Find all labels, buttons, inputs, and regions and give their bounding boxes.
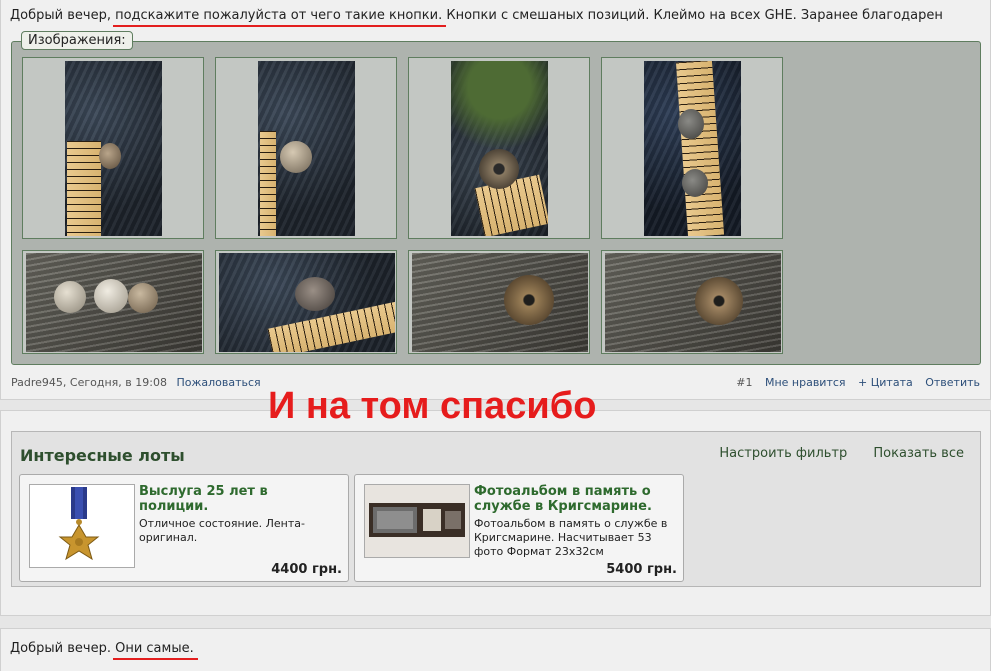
cross-medal-icon <box>58 487 100 561</box>
post-1-actions: #1 Мне нравится + Цитата Ответить <box>727 376 980 389</box>
post-1-meta: Padre945, Сегодня, в 19:08 Пожаловаться <box>11 376 261 389</box>
attachment-thumb-2[interactable] <box>215 57 397 239</box>
attachment-thumb-8[interactable] <box>601 250 783 354</box>
overlay-annotation: И на том спасибо <box>268 385 597 427</box>
photo-2 <box>258 61 355 236</box>
quote-link[interactable]: + Цитата <box>858 376 913 389</box>
attachment-thumb-3[interactable] <box>408 57 590 239</box>
photo-8 <box>605 253 781 352</box>
photo-3 <box>451 61 548 236</box>
post-1-text: Добрый вечер, подскажите пожалуйста от ч… <box>10 8 943 27</box>
lots-links: Настроить фильтр Показать все <box>697 446 964 461</box>
attachment-thumb-6[interactable] <box>215 250 397 354</box>
underlined-answer: Они самые. <box>113 641 198 660</box>
lot-desc-1: Отличное состояние. Лента-оригинал. <box>139 517 305 544</box>
underlined-question: подскажите пожалуйста от чего такие кноп… <box>113 8 447 27</box>
lot-title-1[interactable]: Выслуга 25 лет в полиции. <box>139 484 339 514</box>
post-3: Добрый вечер. Они самые. <box>0 628 991 671</box>
lot-card-1[interactable]: Выслуга 25 лет в полиции. Отличное состо… <box>19 474 349 582</box>
photo-album-icon <box>365 485 469 557</box>
lots-box: Интересные лоты Настроить фильтр Показат… <box>11 431 981 587</box>
lot-image-1[interactable] <box>29 484 135 568</box>
lot-price-2: 5400 грн. <box>606 562 677 577</box>
attachment-thumb-4[interactable] <box>601 57 783 239</box>
lot-card-2[interactable]: Фотоальбом в память о службе в Кригсмари… <box>354 474 684 582</box>
show-all-link[interactable]: Показать все <box>873 446 964 461</box>
photo-5 <box>26 253 202 352</box>
lot-price-1: 4400 грн. <box>271 562 342 577</box>
photo-7 <box>412 253 588 352</box>
filter-link[interactable]: Настроить фильтр <box>719 446 847 461</box>
attachment-thumb-7[interactable] <box>408 250 590 354</box>
post-author[interactable]: Padre945 <box>11 376 63 389</box>
lot-image-2[interactable] <box>364 484 470 558</box>
post-1: Добрый вечер, подскажите пожалуйста от ч… <box>0 0 991 400</box>
lots-block: Интересные лоты Настроить фильтр Показат… <box>0 410 991 616</box>
photo-4 <box>644 61 741 236</box>
photo-1 <box>65 61 162 236</box>
post-number[interactable]: #1 <box>736 376 752 389</box>
photo-6 <box>219 253 395 352</box>
attachments-legend: Изображения: <box>21 31 133 50</box>
like-link[interactable]: Мне нравится <box>765 376 846 389</box>
post-3-text: Добрый вечер. Они самые. <box>10 641 198 660</box>
report-link[interactable]: Пожаловаться <box>176 376 260 389</box>
reply-link[interactable]: Ответить <box>925 376 980 389</box>
lot-desc-2: Фотоальбом в память о службе в Кригсмари… <box>474 517 668 558</box>
lots-title: Интересные лоты <box>20 446 185 465</box>
attachment-thumb-1[interactable] <box>22 57 204 239</box>
attachment-thumb-5[interactable] <box>22 250 204 354</box>
lot-title-2[interactable]: Фотоальбом в память о службе в Кригсмари… <box>474 484 674 514</box>
